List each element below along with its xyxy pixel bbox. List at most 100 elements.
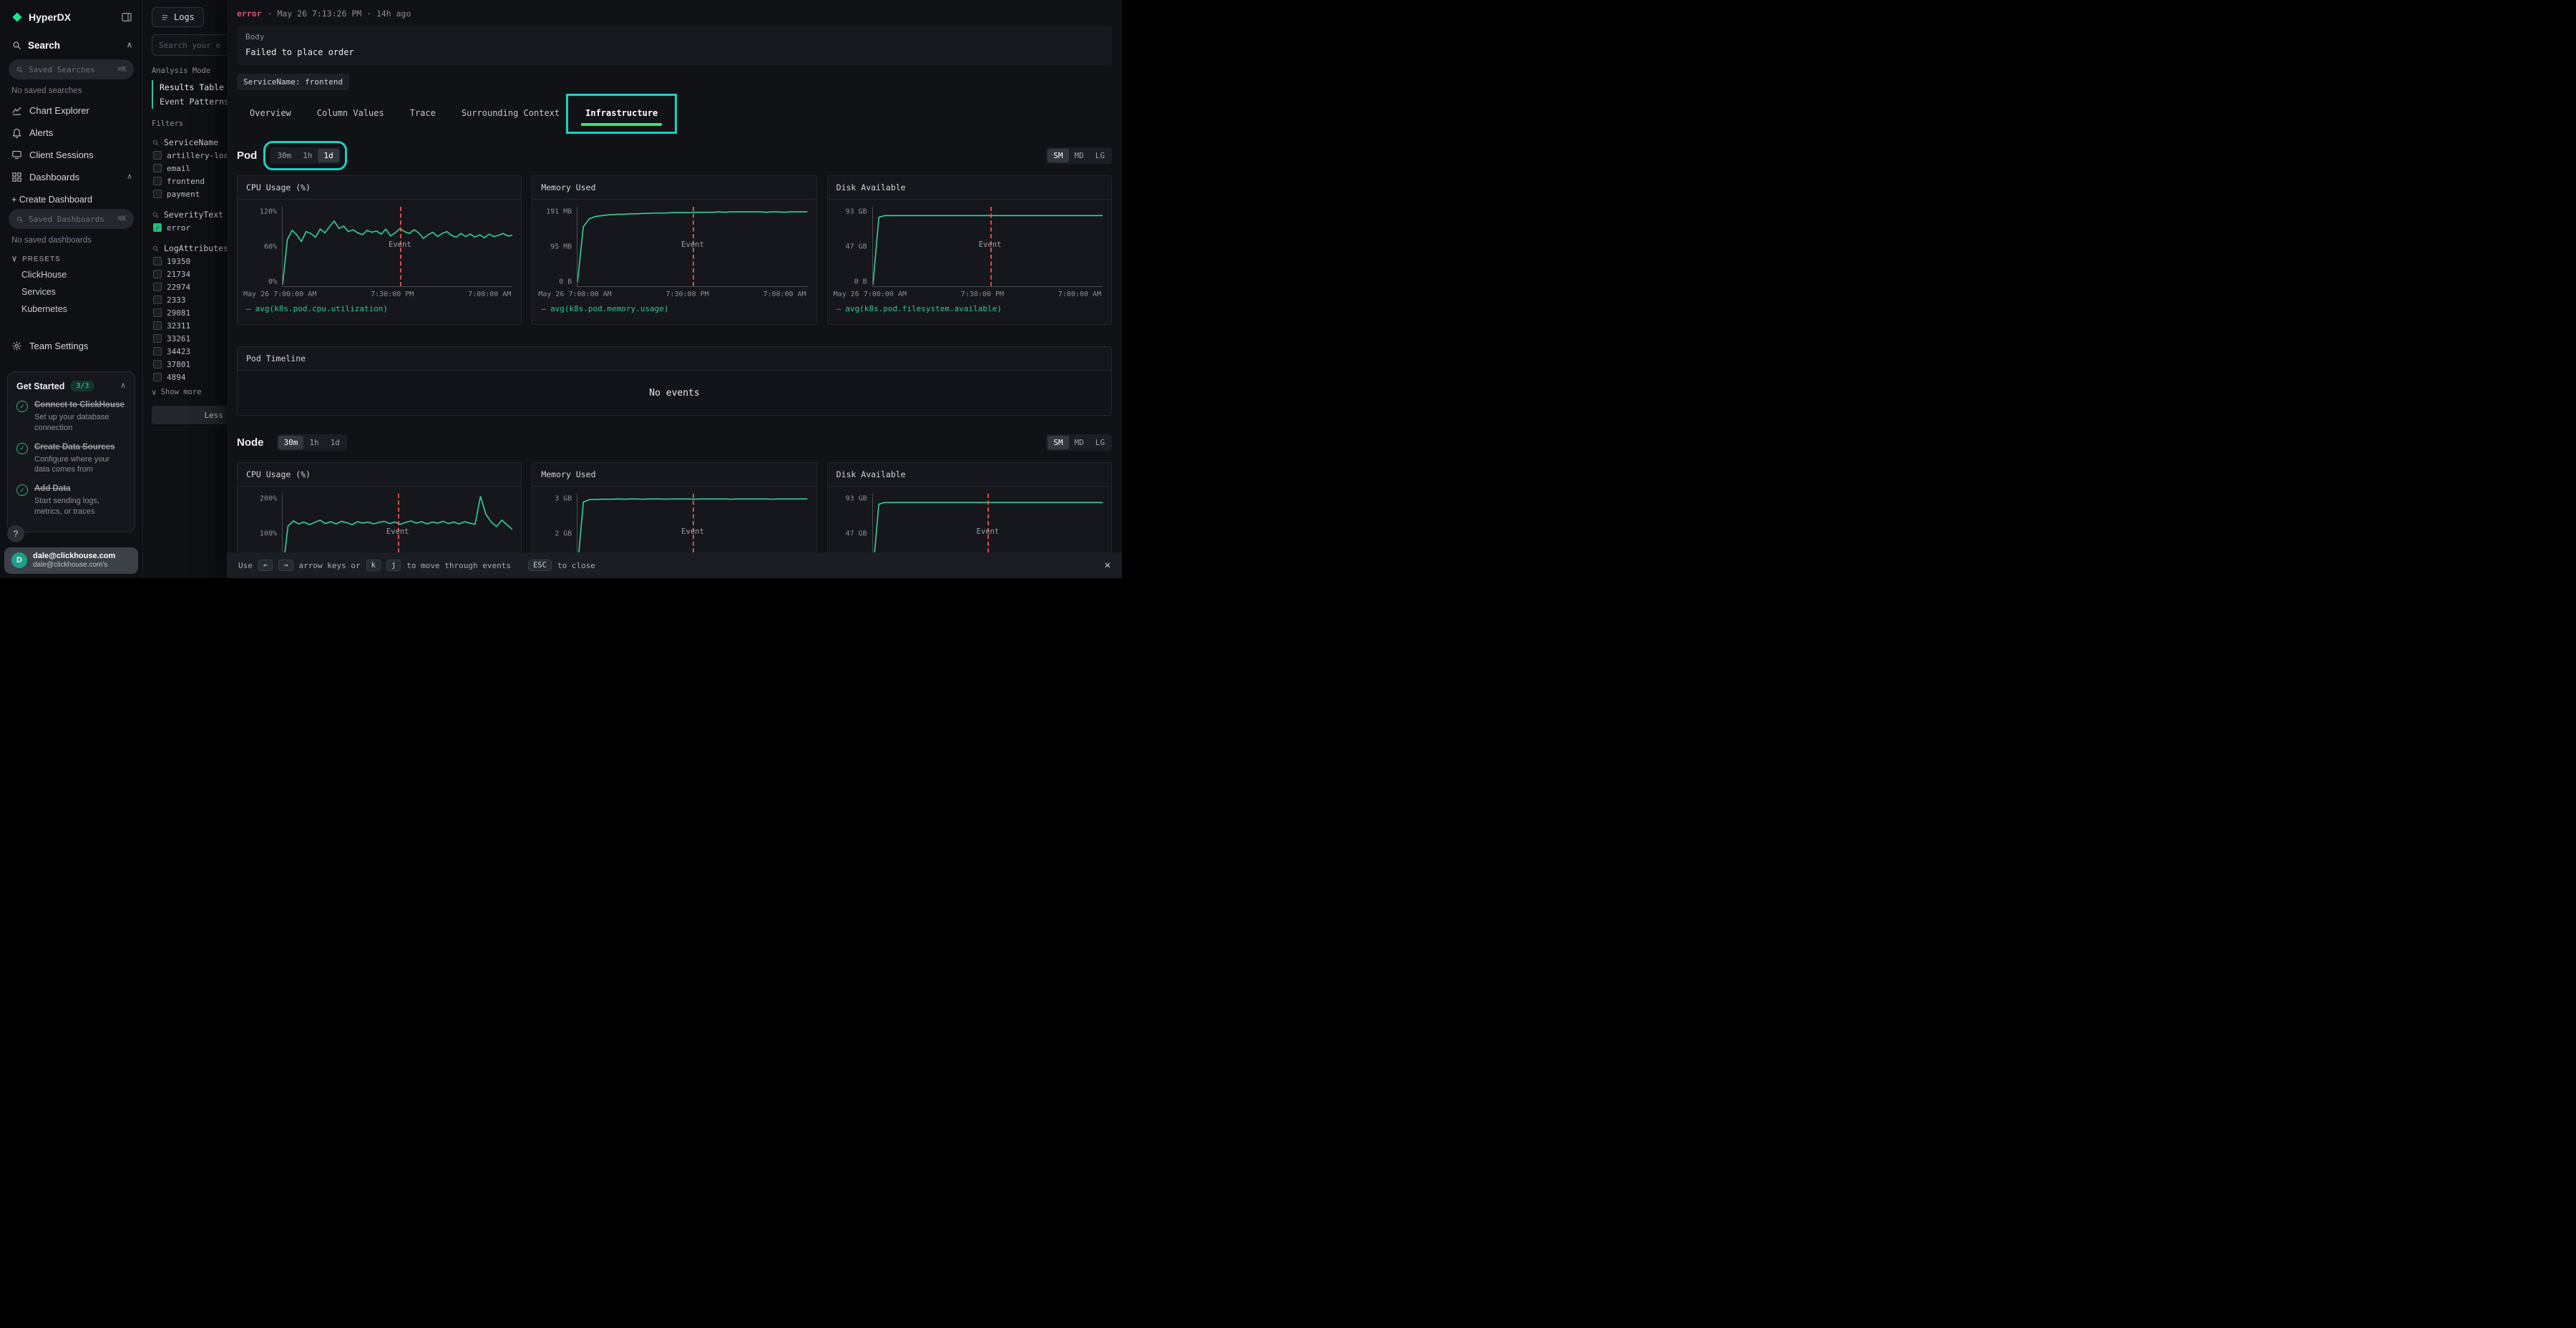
preset-kubernetes[interactable]: Kubernetes (0, 301, 142, 318)
get-started-item[interactable]: ✓ Connect to ClickHouse Set up your data… (16, 400, 126, 434)
checkbox[interactable] (153, 164, 162, 172)
event-marker-label: Event (681, 240, 704, 249)
chart-body: 120%60%0%EventMay 26 7:00:00 AM7:30:00 P… (238, 200, 521, 324)
checkbox[interactable] (153, 270, 162, 278)
checkbox[interactable] (153, 360, 162, 368)
show-more-label: Show more (161, 388, 202, 396)
pod-timeline-title: Pod Timeline (238, 347, 1111, 371)
tab-column-values[interactable]: Column Values (304, 100, 397, 127)
y-axis: 120%60%0% (242, 207, 282, 287)
tab-overview[interactable]: Overview (237, 100, 304, 127)
avatar: D (11, 552, 27, 568)
hyperdx-logo-icon (11, 11, 23, 23)
source-selector-button[interactable]: Logs (152, 7, 204, 27)
y-tick-label: 0% (268, 278, 277, 286)
pod-size-control: SMMDLG (1046, 147, 1112, 164)
get-started-header[interactable]: Get Started 3/3 ∧ (16, 381, 126, 391)
presets-header[interactable]: ∨ PRESETS (0, 249, 142, 266)
node-range-30m[interactable]: 30m (278, 436, 304, 449)
saved-searches-input[interactable]: Saved Searches ⌘K (9, 59, 134, 79)
user-email: dale@clickhouse.com (33, 552, 115, 561)
checkbox[interactable] (153, 257, 162, 265)
filter-option-label: payment (167, 190, 200, 199)
node-section-title: Node (237, 436, 264, 449)
node-range-1h[interactable]: 1h (303, 436, 324, 449)
y-tick-label: 120% (260, 208, 277, 215)
plot-row: 191 MB95 MB0 BEvent (537, 207, 807, 287)
pod-range-1h[interactable]: 1h (297, 149, 318, 162)
preset-clickhouse[interactable]: ClickHouse (0, 266, 142, 283)
saved-dashboards-input[interactable]: Saved Dashboards ⌘K (9, 209, 134, 229)
search-icon (152, 245, 160, 253)
event-detail-panel: error · May 26 7:13:26 PM · 14h ago Body… (227, 0, 1122, 578)
legend-dash-icon: — (541, 304, 546, 313)
checkbox[interactable] (153, 347, 162, 356)
sidebar-item-alerts[interactable]: Alerts (0, 122, 142, 144)
close-icon[interactable]: ✕ (1105, 560, 1111, 571)
node-size-lg[interactable]: LG (1090, 436, 1111, 449)
sidebar-item-client-sessions[interactable]: Client Sessions (0, 144, 142, 166)
pod-size-sm[interactable]: SM (1048, 149, 1068, 162)
pod-range-30m[interactable]: 30m (271, 149, 297, 162)
sidebar-item-dashboards[interactable]: Dashboards ∧ (0, 166, 142, 188)
checkbox[interactable] (153, 151, 162, 160)
sidebar-item-chart-explorer[interactable]: Chart Explorer (0, 99, 142, 122)
checkbox[interactable] (153, 308, 162, 317)
get-started-card: Get Started 3/3 ∧ ✓ Connect to ClickHous… (7, 371, 135, 532)
get-started-item-desc: Set up your database connection (34, 412, 126, 434)
checkbox[interactable] (153, 283, 162, 291)
checkbox[interactable] (153, 190, 162, 198)
node-size-md[interactable]: MD (1069, 436, 1090, 449)
checkbox[interactable] (153, 373, 162, 381)
pod-size-lg[interactable]: LG (1090, 149, 1111, 162)
checkbox[interactable] (153, 334, 162, 343)
tab-infrastructure[interactable]: Infrastructure (572, 100, 670, 127)
chart-plot[interactable]: Event (282, 207, 512, 287)
pod-range-1d[interactable]: 1d (318, 149, 338, 162)
filter-option-label: 21734 (167, 270, 190, 279)
chart-plot[interactable]: Event (577, 207, 807, 287)
event-body-card: Body Failed to place order (237, 26, 1112, 65)
chart-legend: —avg(k8s.pod.cpu.utilization) (242, 298, 512, 320)
search-icon (16, 215, 24, 223)
chevron-up-icon: ∧ (127, 173, 132, 181)
sidebar-section-search[interactable]: Search ∧ (0, 33, 142, 58)
service-name-tag[interactable]: ServiceName: frontend (237, 74, 349, 90)
legend-series-name: avg(k8s.pod.memory.usage) (550, 304, 669, 313)
get-started-item[interactable]: ✓ Add Data Start sending logs, metrics, … (16, 484, 126, 517)
checkbox[interactable] (153, 321, 162, 330)
pod-timeline-empty: No events (238, 371, 1111, 415)
pod-size-md[interactable]: MD (1069, 149, 1090, 162)
preset-services[interactable]: Services (0, 283, 142, 301)
filter-option-label: 37801 (167, 360, 190, 369)
sidebar-item-team-settings[interactable]: Team Settings (0, 335, 142, 357)
saved-dashboards-placeholder: Saved Dashboards (29, 215, 112, 224)
user-org: dale@clickhouse.com's (33, 561, 115, 570)
tab-surrounding-context[interactable]: Surrounding Context (449, 100, 572, 127)
help-button[interactable]: ? (7, 525, 24, 542)
presets-label: PRESETS (22, 255, 61, 263)
user-menu[interactable]: D dale@clickhouse.com dale@clickhouse.co… (4, 547, 138, 574)
y-tick-label: 3 GB (555, 494, 572, 502)
chevron-up-icon: ∧ (120, 382, 126, 390)
checkbox[interactable] (153, 296, 162, 304)
chart-plot[interactable]: Event (872, 207, 1103, 287)
checkbox[interactable] (153, 177, 162, 185)
event-marker-label: Event (979, 240, 1002, 249)
sidebar-toggle-icon[interactable] (121, 11, 132, 23)
node-range-1d[interactable]: 1d (325, 436, 346, 449)
filter-option-label: frontend (167, 177, 205, 186)
get-started-item[interactable]: ✓ Create Data Sources Configure where yo… (16, 442, 126, 476)
get-started-item-desc: Configure where your data comes from (34, 454, 126, 476)
shortcut-hint: ⌘K (117, 215, 127, 223)
chevron-down-icon: ∨ (152, 389, 157, 396)
y-tick-label: 93 GB (846, 208, 867, 215)
create-dashboard-button[interactable]: + Create Dashboard (0, 188, 142, 208)
tab-trace[interactable]: Trace (397, 100, 449, 127)
get-started-item-title: Connect to ClickHouse (34, 400, 126, 411)
node-size-sm[interactable]: SM (1048, 436, 1068, 449)
check-circle-icon: ✓ (16, 484, 28, 496)
esc-key: ESC (528, 560, 552, 571)
event-meta-row: error · May 26 7:13:26 PM · 14h ago (237, 9, 1112, 19)
checkbox[interactable]: ✓ (153, 223, 162, 232)
